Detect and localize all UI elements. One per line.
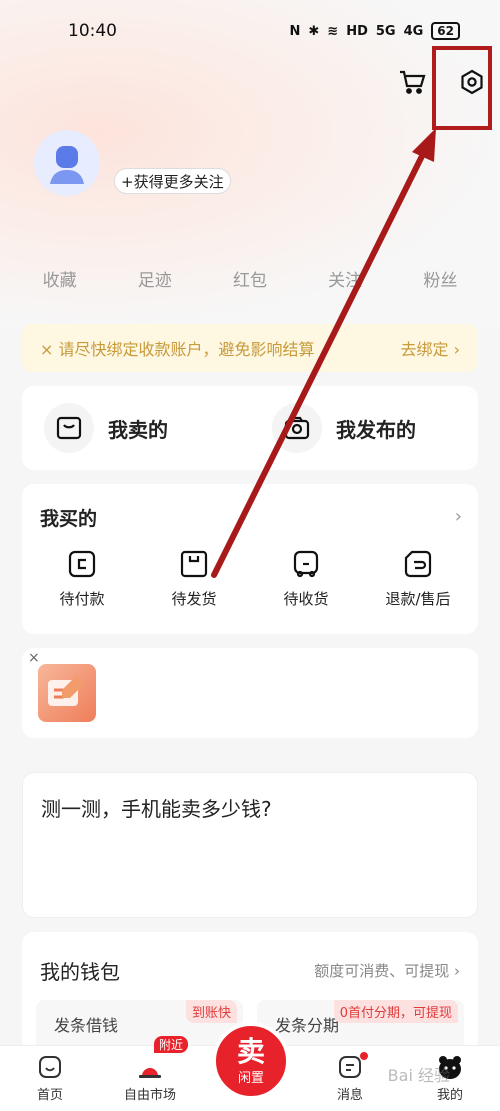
battery-indicator: 62	[431, 22, 460, 40]
chevron-right-icon: ›	[453, 340, 460, 359]
get-followers-button[interactable]: +获得更多关注	[114, 168, 231, 194]
tab-messages-label: 消息	[336, 1088, 363, 1103]
message-icon	[339, 1056, 361, 1078]
tab-mine-label: 我的	[436, 1088, 463, 1103]
pending-shipment-button[interactable]: 待发货	[144, 548, 244, 609]
pending-receipt-button[interactable]: 待收货	[256, 548, 356, 609]
notice-text: 请尽快绑定收款账户，避免影响结算	[58, 340, 315, 359]
tab-market[interactable]: 附近 自由市场	[110, 1036, 190, 1103]
stat-favorites[interactable]: 收藏	[43, 266, 77, 291]
close-icon[interactable]: ×	[40, 340, 53, 359]
my-sold-button[interactable]: 我卖的	[22, 403, 250, 453]
sell-card: 我卖的 我发布的	[22, 386, 478, 470]
status-icons: N ✱ ≋ HD 5G 4G 62	[289, 22, 460, 40]
promo-image	[38, 664, 96, 722]
hd-label: HD	[346, 23, 368, 39]
bought-status-row: 待付款 待发货 待收货 退款/售后	[22, 548, 478, 609]
my-published-button[interactable]: 我发布的	[250, 403, 478, 453]
wallet-installment-label: 发条分期	[275, 1016, 340, 1035]
pending-payment-label: 待付款	[59, 590, 105, 608]
alarm-icon	[139, 1068, 161, 1078]
bought-card: 我买的 › 待付款 待发货 待收货 退款/售后	[22, 484, 478, 634]
home-icon	[39, 1056, 61, 1078]
unread-dot	[360, 1052, 368, 1060]
truck-icon	[293, 550, 319, 578]
refund-icon	[404, 550, 432, 578]
wallet-title[interactable]: 我的钱包	[40, 956, 120, 985]
sold-box-icon	[44, 403, 94, 453]
status-bar: 10:40 N ✱ ≋ HD 5G 4G 62	[0, 0, 500, 62]
nearby-badge: 附近	[154, 1036, 189, 1053]
sell-small-label: 闲置	[237, 1070, 264, 1086]
promo-card[interactable]: ×	[22, 648, 478, 738]
tab-messages[interactable]: 消息	[310, 1052, 390, 1103]
wallet-subtitle[interactable]: 额度可消费、可提现 ›	[314, 960, 460, 981]
quiz-title: 测一测，手机能卖多少钱?	[41, 797, 272, 821]
signal-4g: 4G	[403, 23, 424, 39]
settings-highlight-box	[432, 46, 492, 130]
tab-home[interactable]: 首页	[10, 1054, 90, 1103]
status-time: 10:40	[68, 21, 117, 41]
sell-idle-button[interactable]: 卖 闲置	[212, 1022, 290, 1100]
pending-receipt-label: 待收货	[283, 590, 329, 608]
wifi-icon: ≋	[327, 23, 339, 39]
nfc-icon: N	[289, 23, 301, 39]
watermark: Bai 经验	[387, 1066, 450, 1085]
pending-shipment-label: 待发货	[171, 590, 217, 608]
sell-big-label: 卖	[236, 1034, 265, 1068]
tab-home-label: 首页	[36, 1088, 63, 1103]
phone-valuation-card[interactable]: 测一测，手机能卖多少钱?	[22, 772, 478, 918]
my-published-label: 我发布的	[336, 417, 416, 442]
wallet-subtitle-text: 额度可消费、可提现	[314, 962, 450, 980]
signal-5g: 5G	[375, 23, 396, 39]
refund-button[interactable]: 退款/售后	[368, 548, 468, 609]
stat-history[interactable]: 足迹	[138, 266, 172, 291]
pending-payment-button[interactable]: 待付款	[32, 548, 132, 609]
wallet-installment-badge: 0首付分期，可提现	[333, 1000, 458, 1023]
stat-fans[interactable]: 粉丝	[423, 266, 457, 291]
stat-red-packets[interactable]: 红包	[233, 266, 267, 291]
my-sold-label: 我卖的	[108, 417, 168, 442]
bluetooth-icon: ✱	[308, 23, 320, 39]
wallet-icon	[68, 550, 96, 578]
bought-title[interactable]: 我买的	[40, 504, 97, 531]
camera-icon	[272, 403, 322, 453]
chevron-right-icon[interactable]: ›	[455, 506, 462, 527]
wallet-loan-label: 发条借钱	[54, 1016, 119, 1035]
stats-row: 收藏 足迹 红包 关注 粉丝	[0, 266, 500, 291]
refund-label: 退款/售后	[385, 590, 451, 608]
wallet-loan-badge: 到账快	[185, 1000, 237, 1023]
notice-text-group: × 请尽快绑定收款账户，避免影响结算	[40, 336, 315, 360]
chevron-right-icon: ›	[454, 962, 460, 980]
cart-icon[interactable]	[396, 66, 428, 98]
bind-account-notice[interactable]: × 请尽快绑定收款账户，避免影响结算 去绑定 ›	[22, 324, 478, 372]
package-icon	[180, 550, 208, 578]
bind-link[interactable]: 去绑定	[400, 340, 448, 359]
tab-market-label: 自由市场	[123, 1088, 176, 1103]
stat-following[interactable]: 关注	[328, 266, 362, 291]
avatar[interactable]	[34, 130, 100, 196]
notice-action[interactable]: 去绑定 ›	[400, 336, 460, 360]
